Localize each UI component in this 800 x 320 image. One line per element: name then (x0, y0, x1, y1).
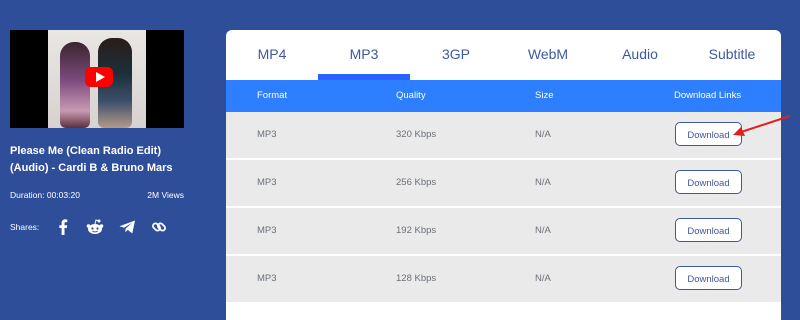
row-quality: 192 Kbps (396, 225, 437, 236)
share-bar: Shares: (10, 218, 179, 236)
facebook-icon[interactable] (51, 218, 75, 236)
row-quality: 320 Kbps (396, 129, 437, 140)
table-row: MP3 128 Kbps N/A Download (226, 256, 781, 304)
reddit-icon[interactable] (83, 218, 107, 236)
tab-subtitle[interactable]: Subtitle (686, 30, 778, 80)
video-duration: Duration: 00:03:20 (10, 190, 80, 200)
video-thumbnail[interactable] (10, 30, 184, 128)
tab-mp3[interactable]: MP3 (318, 30, 410, 80)
row-size: N/A (535, 273, 551, 284)
table-row: MP3 192 Kbps N/A Download (226, 208, 781, 256)
link-icon[interactable] (147, 218, 171, 236)
header-quality: Quality (396, 90, 426, 101)
row-size: N/A (535, 225, 551, 236)
video-views: 2M Views (147, 190, 184, 200)
shares-label: Shares: (10, 222, 40, 232)
tab-mp4[interactable]: MP4 (226, 30, 318, 80)
header-download-links: Download Links (674, 90, 742, 101)
table-header: Format Quality Size Download Links (226, 80, 781, 112)
download-button[interactable]: Download (675, 266, 742, 290)
row-size: N/A (535, 129, 551, 140)
table-row: MP3 320 Kbps N/A Download (226, 112, 781, 160)
row-format: MP3 (257, 177, 277, 188)
download-button[interactable]: Download (675, 218, 742, 242)
row-format: MP3 (257, 129, 277, 140)
telegram-icon[interactable] (115, 218, 139, 236)
tab-audio[interactable]: Audio (594, 30, 686, 80)
row-format: MP3 (257, 225, 277, 236)
download-panel: MP4 MP3 3GP WebM Audio Subtitle Format Q… (226, 30, 781, 320)
row-format: MP3 (257, 273, 277, 284)
thumbnail-figure-left (60, 42, 90, 128)
tab-webm[interactable]: WebM (502, 30, 594, 80)
download-button[interactable]: Download (675, 170, 742, 194)
format-tabs: MP4 MP3 3GP WebM Audio Subtitle (226, 30, 781, 80)
row-quality: 128 Kbps (396, 273, 437, 284)
row-quality: 256 Kbps (396, 177, 437, 188)
row-size: N/A (535, 177, 551, 188)
header-format: Format (257, 90, 288, 101)
download-button[interactable]: Download (675, 122, 742, 146)
tab-3gp[interactable]: 3GP (410, 30, 502, 80)
header-size: Size (535, 90, 554, 101)
youtube-play-icon[interactable] (85, 67, 113, 87)
table-row: MP3 256 Kbps N/A Download (226, 160, 781, 208)
video-title: Please Me (Clean Radio Edit) (Audio) - C… (10, 145, 173, 174)
video-meta: Duration: 00:03:20 2M Views (10, 190, 184, 200)
